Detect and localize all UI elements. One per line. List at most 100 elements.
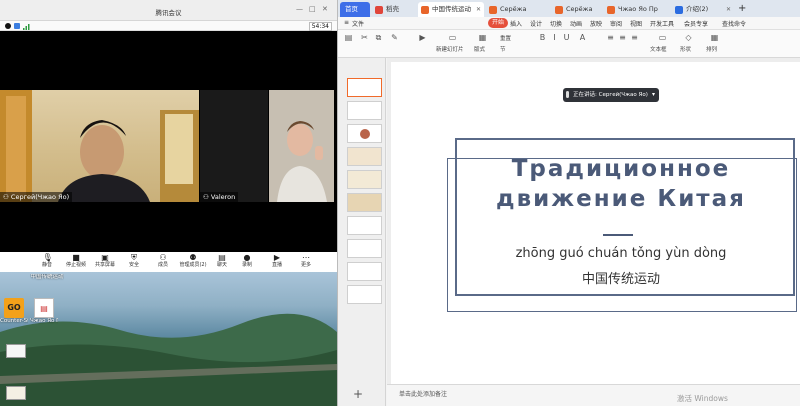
menu-slideshow[interactable]: 放映 [590,19,602,28]
new-slide-button[interactable]: 新建幻灯片 [436,45,464,53]
tab-doc-2[interactable]: Серёжа [486,2,550,17]
close-tab-icon[interactable]: ✕ [476,2,481,17]
slide-thumbnail[interactable] [347,124,382,143]
slide-thumbnail[interactable] [347,170,382,189]
document-icon: ▤ [34,298,54,318]
maximize-icon[interactable]: □ [309,5,316,13]
close-icon[interactable]: ✕ [322,5,328,13]
menu-member[interactable]: 会员专享 [684,19,708,28]
slide-thumbnail[interactable] [347,216,382,235]
paste-icon[interactable]: ▤ [344,33,353,42]
chevron-down-icon[interactable]: ▾ [652,88,655,102]
shape-icon[interactable]: ◇ [684,33,693,42]
slide-title-line-2[interactable]: движение Китая [441,186,800,212]
menu-search[interactable]: 查找命令 [722,19,746,28]
add-slide-icon[interactable]: + [353,387,363,401]
arrange-button[interactable]: 排列 [706,45,717,53]
desktop-icon-document[interactable]: ▤ Чжао Яо Проект... [30,298,58,325]
menu-file[interactable]: 文件 [352,19,364,28]
info-icon[interactable] [5,23,11,29]
tab-doc-4[interactable]: Чжао Яо Пр [604,2,670,17]
minimize-icon[interactable]: — [296,5,303,13]
font-color-icon[interactable]: A [578,33,587,42]
arrange-icon[interactable]: ▦ [710,33,719,42]
new-slide-icon[interactable]: ▭ [448,33,457,42]
menu-insert[interactable]: 插入 [510,19,522,28]
notes-pane[interactable]: 单击此处添加备注 激活 Windows [387,384,800,406]
menu-review[interactable]: 审阅 [610,19,622,28]
slide-thumbnail[interactable] [347,239,382,258]
share-screen-button[interactable]: ▣ 共享屏幕 [90,253,120,269]
mute-button[interactable]: 🎙 静音 [32,253,62,269]
slide-pinyin[interactable]: zhōng guó chuán tǒng yùn dòng [441,246,800,261]
manage-members-icon: ⚉ [189,253,197,262]
ppt-icon [607,6,615,14]
bold-icon[interactable]: B [538,33,547,42]
section-button[interactable]: 节 [500,45,506,53]
security-button[interactable]: ⛨ 安全 [119,253,149,269]
participant-video-main[interactable]: ⚇ Сергей(Чжао Яо) [0,90,199,202]
text-box-button[interactable]: 文本框 [650,45,667,53]
new-tab-icon[interactable]: + [738,2,746,16]
speaking-indicator[interactable]: 正在讲话: Сергей(Чжао Яо) ▾ [563,88,659,102]
align-left-icon[interactable]: ≡ [606,33,615,42]
slide-title-line-1[interactable]: Традиционное [441,156,800,182]
reset-button[interactable]: 重置 [500,34,511,42]
current-slide[interactable]: Традиционное движение Китая zhōng guó ch… [391,62,800,384]
desktop-icon-window[interactable] [2,344,30,358]
manage-members-button[interactable]: ⚉ 管理成员(2) [178,253,208,269]
text-box-icon[interactable]: ▭ [658,33,667,42]
close-tab-icon[interactable]: ✕ [726,2,731,17]
game-icon: GO [4,298,24,318]
participant-video-3[interactable] [269,90,334,202]
menu-design[interactable]: 设计 [530,19,542,28]
menu-animation[interactable]: 动画 [570,19,582,28]
menu-view[interactable]: 视图 [630,19,642,28]
slide-chinese-title[interactable]: 中国传统运动 [441,268,800,287]
meeting-timer: 54:34 [308,22,332,31]
align-right-icon[interactable]: ≡ [630,33,639,42]
tab-home[interactable]: 首页 [340,2,370,17]
tab-doc-5[interactable]: 介绍(2) ✕ [672,2,734,17]
play-icon[interactable]: ▶ [418,33,427,42]
slide-thumbnail[interactable] [347,285,382,304]
underline-icon[interactable]: U [562,33,571,42]
copy-icon[interactable]: ⧉ [374,33,383,42]
signal-icon [23,23,30,30]
desktop-icon-counter-strike[interactable]: GO Counter-Strike Global Off... [0,298,28,325]
format-painter-icon[interactable]: ✎ [390,33,399,42]
cut-icon[interactable]: ✂ [360,33,369,42]
security-badge-icon [14,23,20,29]
more-button[interactable]: ⋯ 更多 [291,253,321,269]
layout-icon[interactable]: ▦ [478,33,487,42]
desktop-icon-ppt-file[interactable]: 中国传统运动 [30,274,64,281]
align-center-icon[interactable]: ≡ [618,33,627,42]
shape-button[interactable]: 形状 [680,45,691,53]
participant-video-2[interactable]: ⚇ Valeron [200,90,268,202]
record-button[interactable]: ● 录制 [232,253,262,269]
meeting-titlebar: 腾讯会议 — □ ✕ [0,0,337,21]
italic-icon[interactable]: I [550,33,559,42]
wallpaper-landscape [0,313,337,406]
menu-transition[interactable]: 切换 [550,19,562,28]
menu-developer[interactable]: 开发工具 [650,19,674,28]
desktop-background: 中国传统运动 GO Counter-Strike Global Off... ▤… [0,272,337,406]
slide-thumbnail[interactable] [347,262,382,281]
layout-button[interactable]: 版式 [474,45,485,53]
notes-placeholder[interactable]: 单击此处添加备注 [399,389,447,398]
members-button[interactable]: ⚇ 成员 [148,253,178,269]
stop-video-button[interactable]: ■ 停止视频 [61,253,91,269]
tab-presentation[interactable]: 中国传统运动 ✕ [418,2,484,17]
slide-thumbnail[interactable] [347,193,382,212]
slide-thumbnail[interactable] [347,101,382,120]
slide-thumbnail[interactable] [347,78,382,97]
tab-docer[interactable]: 稻壳 [372,2,416,17]
meeting-toolbar: 🎙 静音 ■ 停止视频 ▣ 共享屏幕 ⛨ 安全 ⚇ 成员 ⚉ 管理成员(2) ▤ 聊天 ● 录制… [0,252,337,272]
menu-start[interactable]: 开始 [488,18,509,28]
hamburger-icon[interactable]: ≡ [344,19,349,26]
live-button[interactable]: ▶ 直播 [262,253,292,269]
desktop-icon-folder[interactable] [2,386,30,400]
tab-doc-3[interactable]: Серёжа [552,2,602,17]
desktop-icon-recycle[interactable] [1,274,29,281]
slide-thumbnail[interactable] [347,147,382,166]
